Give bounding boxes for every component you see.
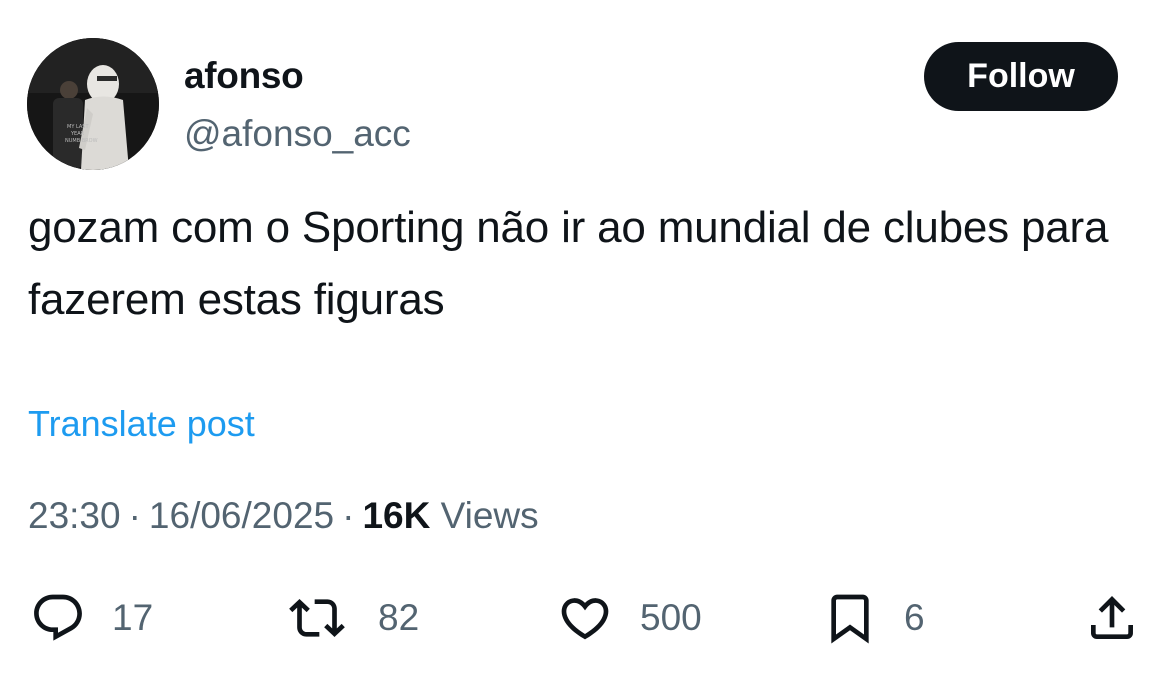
repost-icon: [289, 599, 345, 637]
bookmark-count: 6: [904, 597, 925, 638]
avatar-shirt-line-2: YEAR: [70, 131, 85, 137]
tweet-date[interactable]: 16/06/2025: [149, 495, 334, 536]
views-label: Views: [440, 495, 539, 536]
reply-button[interactable]: 17: [30, 590, 153, 646]
display-name[interactable]: afonso: [184, 54, 304, 98]
like-count: 500: [640, 597, 702, 638]
avatar-shirt-line-1: MY LAST: [67, 124, 89, 130]
repost-count: 82: [378, 597, 420, 638]
meta-separator: ·: [128, 495, 141, 536]
views-count: 16K: [362, 495, 431, 536]
bookmark-button[interactable]: 6: [822, 590, 925, 646]
repost-button[interactable]: 82: [286, 590, 419, 646]
meta-separator: ·: [342, 495, 355, 536]
bookmark-icon: [831, 594, 869, 644]
avatar-photo: MY LAST YEAR NUMB BROW: [27, 38, 159, 170]
reply-icon: [34, 594, 82, 641]
follow-button[interactable]: Follow: [924, 42, 1118, 111]
like-button[interactable]: 500: [556, 590, 702, 646]
tweet-meta: 23:30 · 16/06/2025 · 16K Views: [28, 493, 539, 539]
translate-post-link[interactable]: Translate post: [28, 402, 255, 446]
reply-count: 17: [112, 597, 154, 638]
heart-icon: [561, 598, 609, 640]
share-button[interactable]: [1084, 590, 1140, 646]
avatar[interactable]: MY LAST YEAR NUMB BROW: [27, 38, 159, 170]
avatar-shirt-line-3: NUMB BROW: [65, 138, 98, 144]
share-icon: [1091, 596, 1133, 639]
tweet-text: gozam com o Sporting não ir ao mundial d…: [28, 203, 1109, 324]
user-handle[interactable]: @afonso_acc: [184, 112, 411, 156]
tweet-time[interactable]: 23:30: [28, 495, 121, 536]
